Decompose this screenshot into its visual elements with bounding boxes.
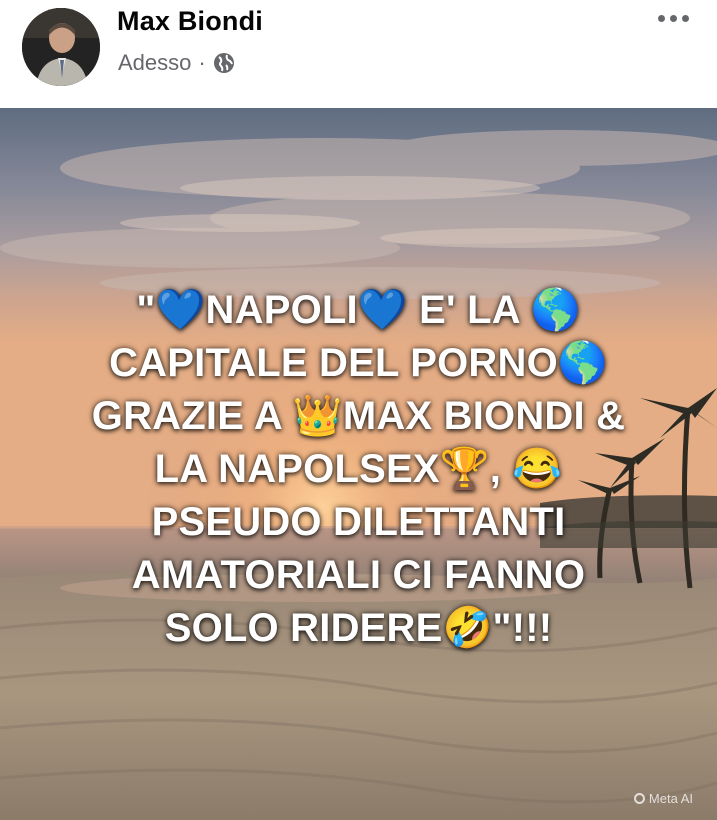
watermark-label: Meta AI xyxy=(648,791,693,806)
caption-line: AMATORIALI CI FANNO xyxy=(131,553,586,597)
caption-line: LA NAPOLSEX🏆, 😂 xyxy=(154,447,563,491)
author-name[interactable]: Max Biondi xyxy=(117,6,263,37)
more-dot xyxy=(657,14,665,22)
caption-line: CAPITALE DEL PORNO🌎 xyxy=(109,341,608,385)
meta-ai-icon xyxy=(633,793,645,804)
meta-ai-watermark: Meta AI xyxy=(633,791,693,806)
more-dot xyxy=(681,14,689,22)
caption-line: SOLO RIDERE🤣"!!! xyxy=(164,606,553,650)
author-avatar[interactable] xyxy=(22,8,100,86)
more-dot xyxy=(669,14,677,22)
meta-separator: · xyxy=(198,50,206,75)
avatar-photo xyxy=(22,8,100,86)
post-meta: Adesso · xyxy=(118,50,235,76)
post-timestamp[interactable]: Adesso xyxy=(118,50,191,76)
globe-icon[interactable] xyxy=(213,52,235,74)
image-caption: "💙NAPOLI💙 E' LA 🌎 CAPITALE DEL PORNO🌎 GR… xyxy=(30,284,687,655)
caption-line: GRAZIE A 👑MAX BIONDI & xyxy=(91,394,626,438)
post-image[interactable]: "💙NAPOLI💙 E' LA 🌎 CAPITALE DEL PORNO🌎 GR… xyxy=(0,108,717,820)
facebook-post: Max Biondi Adesso · "💙NAPOLI💙 E' LA 🌎 CA… xyxy=(0,0,717,820)
caption-line: "💙NAPOLI💙 E' LA 🌎 xyxy=(136,288,581,332)
post-header: Max Biondi Adesso · xyxy=(0,0,717,108)
caption-line: PSEUDO DILETTANTI xyxy=(151,500,566,544)
more-options-icon[interactable] xyxy=(651,4,695,32)
